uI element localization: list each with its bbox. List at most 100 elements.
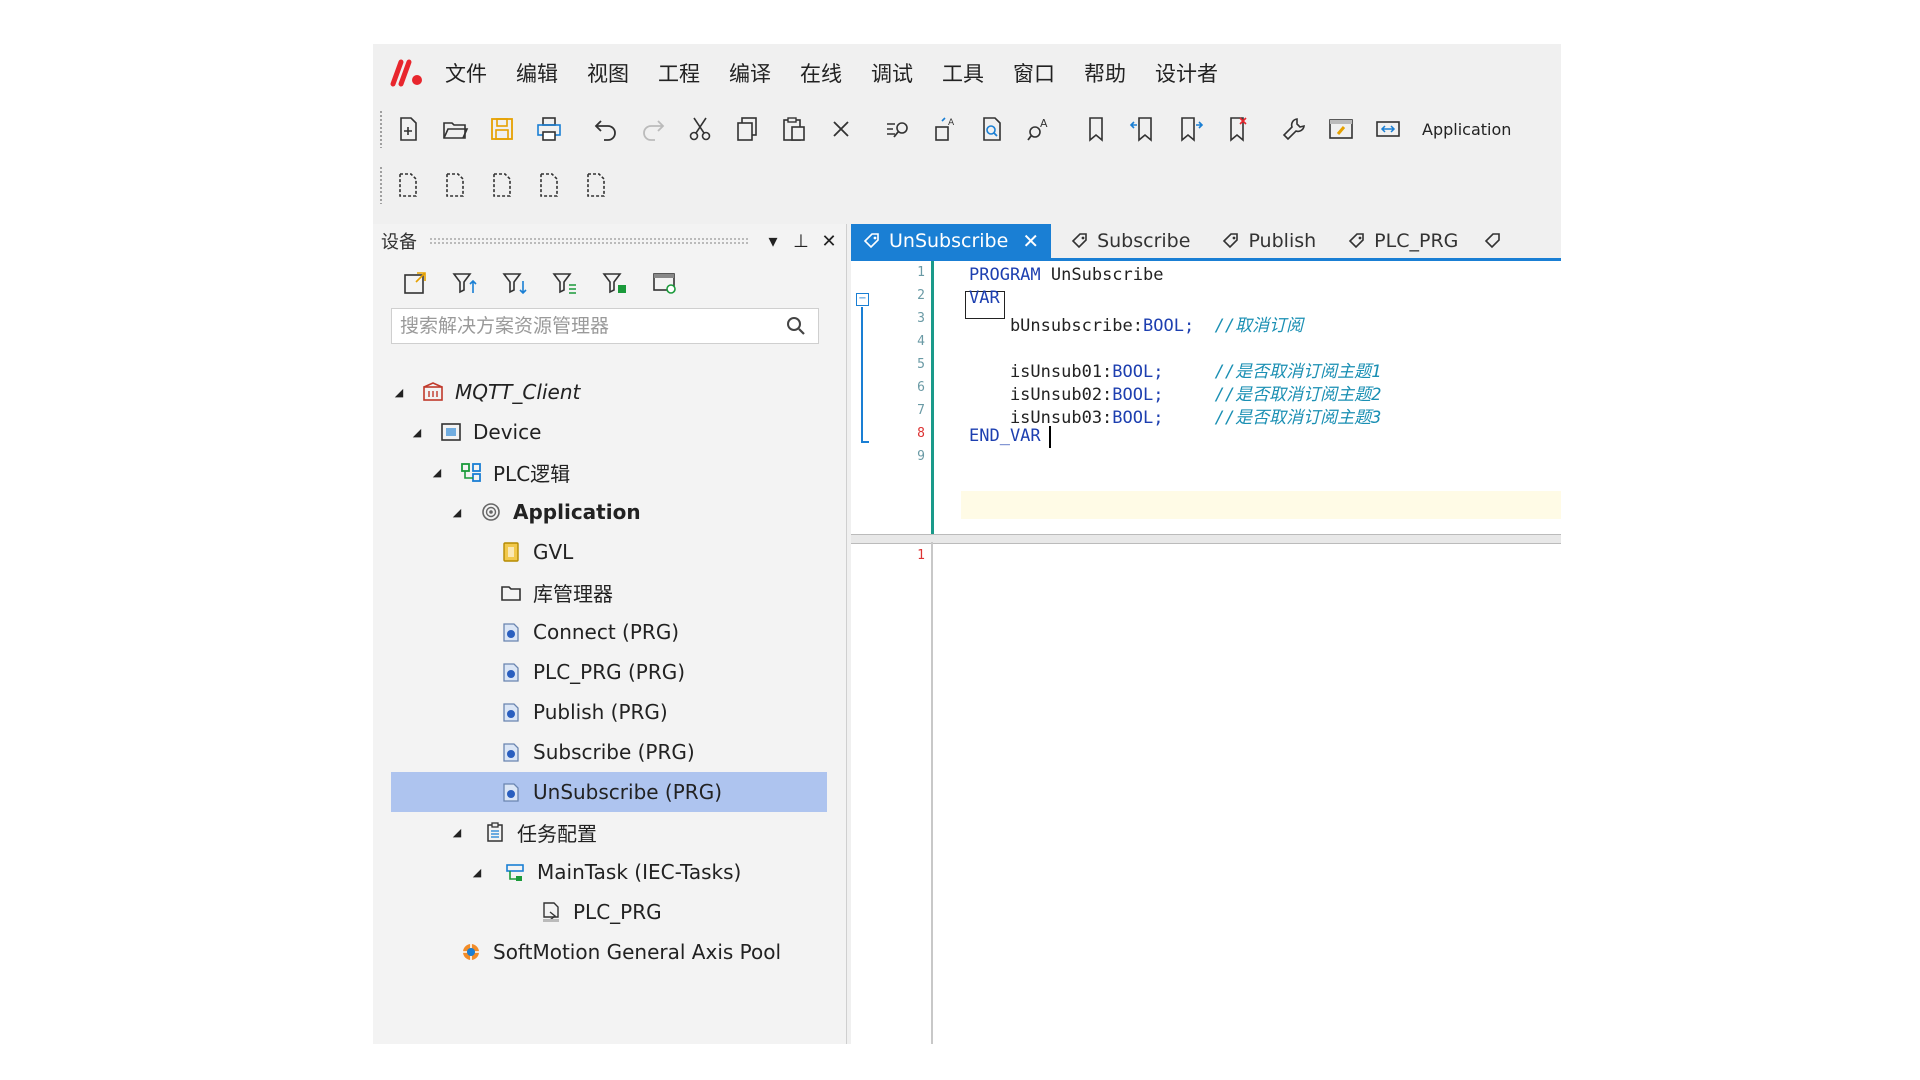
print-button[interactable] bbox=[532, 112, 566, 146]
find-in-file-button[interactable] bbox=[975, 112, 1009, 146]
menu-window[interactable]: 窗口 bbox=[1013, 58, 1055, 88]
bookmark-button[interactable] bbox=[1079, 112, 1113, 146]
search-input[interactable] bbox=[392, 314, 784, 338]
tab-plc-prg[interactable]: PLC_PRG bbox=[1336, 224, 1470, 258]
next-bookmark-button[interactable] bbox=[1173, 112, 1207, 146]
sort-down-filter-button[interactable] bbox=[499, 267, 531, 299]
tree-item-mqtt-client[interactable]: ◢ MQTT_Client bbox=[391, 372, 827, 412]
tree-item-application[interactable]: ◢ Application bbox=[391, 492, 827, 532]
gvl-icon bbox=[499, 540, 523, 564]
tree-expander[interactable]: ◢ bbox=[391, 386, 407, 399]
save-button[interactable] bbox=[485, 112, 519, 146]
code-line-3: bUnsubscribe:BOOL; //取消订阅 bbox=[969, 311, 1303, 336]
find-button[interactable] bbox=[881, 112, 915, 146]
pin-icon[interactable]: ⊥ bbox=[790, 230, 812, 252]
declaration-editor[interactable]: 1 2 3 4 5 6 7 8 9 − PROGRAM UnSubscribe … bbox=[851, 261, 1561, 534]
open-button[interactable] bbox=[438, 112, 472, 146]
online-window-icon bbox=[1329, 119, 1353, 139]
tree-item-label: GVL bbox=[533, 540, 574, 564]
cut-button[interactable] bbox=[683, 112, 717, 146]
main-toolbar: A A Application bbox=[373, 104, 1561, 154]
toolbar-grip-2[interactable] bbox=[379, 166, 383, 204]
placeholder-button-1[interactable] bbox=[391, 168, 425, 202]
code-line-1: PROGRAM UnSubscribe bbox=[969, 265, 1163, 285]
line-number: 5 bbox=[917, 357, 925, 372]
implementation-editor[interactable]: 1 bbox=[851, 542, 1561, 1044]
keyword: VAR bbox=[969, 288, 1000, 308]
tree-item-connect[interactable]: Connect (PRG) bbox=[391, 612, 827, 652]
undo-button[interactable] bbox=[589, 112, 623, 146]
tree-expander[interactable]: ◢ bbox=[449, 826, 465, 839]
tree-item-device[interactable]: ◢ Device bbox=[391, 412, 827, 452]
menu-edit[interactable]: 编辑 bbox=[516, 58, 558, 88]
toolbar-grip[interactable] bbox=[379, 110, 383, 148]
redo-button[interactable] bbox=[636, 112, 670, 146]
paste-button[interactable] bbox=[777, 112, 811, 146]
menu-view[interactable]: 视图 bbox=[587, 58, 629, 88]
prev-bookmark-button[interactable] bbox=[1126, 112, 1160, 146]
menu-file[interactable]: 文件 bbox=[445, 58, 487, 88]
line-number: 8 bbox=[917, 426, 925, 441]
tree-item-label: SoftMotion General Axis Pool bbox=[493, 940, 782, 964]
tree-item-plc-prg[interactable]: PLC_PRG (PRG) bbox=[391, 652, 827, 692]
resize-button[interactable] bbox=[1371, 112, 1405, 146]
close-icon[interactable]: ✕ bbox=[818, 230, 840, 252]
tab-close-icon[interactable]: ✕ bbox=[1022, 229, 1039, 253]
menu-online[interactable]: 在线 bbox=[800, 58, 842, 88]
tab-overflow[interactable] bbox=[1478, 224, 1516, 258]
active-application-label[interactable]: Application bbox=[1422, 120, 1511, 139]
menu-build[interactable]: 编译 bbox=[729, 58, 771, 88]
tree-item-subscribe[interactable]: Subscribe (PRG) bbox=[391, 732, 827, 772]
menu-help[interactable]: 帮助 bbox=[1084, 58, 1126, 88]
search-icon[interactable] bbox=[784, 314, 808, 338]
tree-item-label: MQTT_Client bbox=[455, 380, 581, 404]
tree-item-publish[interactable]: Publish (PRG) bbox=[391, 692, 827, 732]
tree-item-library-manager[interactable]: 库管理器 bbox=[391, 572, 827, 612]
placeholder-button-5[interactable] bbox=[579, 168, 613, 202]
view-settings-button[interactable] bbox=[649, 267, 681, 299]
sort-up-filter-button[interactable] bbox=[449, 267, 481, 299]
clear-bookmarks-button[interactable] bbox=[1220, 112, 1254, 146]
tree-expander[interactable]: ◢ bbox=[469, 866, 485, 879]
tab-publish[interactable]: Publish bbox=[1210, 224, 1328, 258]
tree-expander[interactable]: ◢ bbox=[409, 426, 425, 439]
menu-tools[interactable]: 工具 bbox=[942, 58, 984, 88]
tree-item-task-configuration[interactable]: ◢ 任务配置 bbox=[391, 812, 827, 852]
tree-item-task-plc-prg[interactable]: PLC_PRG bbox=[391, 892, 827, 932]
type: BOOL; bbox=[1112, 362, 1164, 382]
panel-menu-dropdown-icon[interactable]: ▾ bbox=[762, 230, 784, 252]
login-button[interactable] bbox=[1324, 112, 1358, 146]
menu-project[interactable]: 工程 bbox=[658, 58, 700, 88]
tree-item-gvl[interactable]: GVL bbox=[391, 532, 827, 572]
tree-item-label: PLC逻辑 bbox=[493, 461, 571, 486]
new-file-button[interactable] bbox=[391, 112, 425, 146]
keyword: PROGRAM bbox=[969, 265, 1041, 285]
tree-expander[interactable]: ◢ bbox=[449, 506, 465, 519]
program-icon bbox=[499, 660, 523, 684]
replace-button[interactable]: A bbox=[928, 112, 962, 146]
panel-drag-handle[interactable] bbox=[429, 237, 750, 245]
delete-button[interactable] bbox=[824, 112, 858, 146]
line-number: 1 bbox=[917, 265, 925, 280]
placeholder-button-4[interactable] bbox=[532, 168, 566, 202]
tab-subscribe[interactable]: Subscribe bbox=[1059, 224, 1202, 258]
tree-item-unsubscribe[interactable]: UnSubscribe (PRG) bbox=[391, 772, 827, 812]
replace-in-files-button[interactable]: A bbox=[1022, 112, 1056, 146]
replace-icon: A bbox=[935, 117, 955, 141]
menu-debug[interactable]: 调试 bbox=[871, 58, 913, 88]
menu-designer[interactable]: 设计者 bbox=[1155, 58, 1218, 88]
tree-item-maintask[interactable]: ◢ MainTask (IEC-Tasks) bbox=[391, 852, 827, 892]
tools-button[interactable] bbox=[1277, 112, 1311, 146]
tree-item-plc-logic[interactable]: ◢ PLC逻辑 bbox=[391, 452, 827, 492]
filter-active-button[interactable] bbox=[599, 267, 631, 299]
open-location-button[interactable] bbox=[399, 267, 431, 299]
tree-expander[interactable]: ◢ bbox=[429, 466, 445, 479]
fold-toggle-icon[interactable]: − bbox=[856, 293, 869, 306]
tree-item-softmotion-axis-pool[interactable]: SoftMotion General Axis Pool bbox=[391, 932, 827, 972]
type: BOOL; bbox=[1112, 408, 1164, 428]
copy-button[interactable] bbox=[730, 112, 764, 146]
placeholder-button-2[interactable] bbox=[438, 168, 472, 202]
placeholder-button-3[interactable] bbox=[485, 168, 519, 202]
tab-unsubscribe[interactable]: UnSubscribe ✕ bbox=[851, 224, 1052, 258]
filter-list-button[interactable] bbox=[549, 267, 581, 299]
